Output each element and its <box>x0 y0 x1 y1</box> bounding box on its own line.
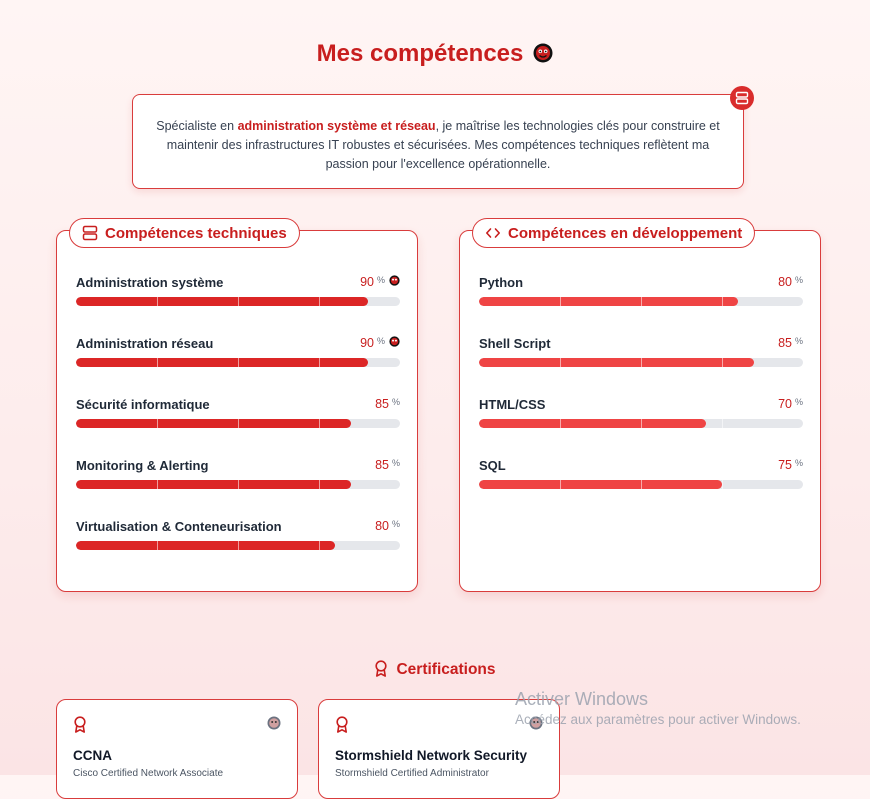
page-title: Mes compétences <box>0 40 870 68</box>
skill-value: 80% <box>375 519 400 533</box>
skill-value-number: 85 <box>778 336 792 350</box>
skill-value: 75% <box>778 458 803 472</box>
skill-value: 90% <box>360 275 400 289</box>
skill-value-number: 80 <box>375 519 389 533</box>
award-icon <box>375 660 388 677</box>
certification-name: Stormshield Network Security <box>335 748 528 763</box>
intro-card: Spécialiste en administration système et… <box>132 86 754 189</box>
skill-progress-fill <box>479 297 739 306</box>
skill-progress-track <box>479 419 803 428</box>
skill-value: 85% <box>375 397 400 411</box>
watermark-line2: Accédez aux paramètres pour activer Wind… <box>515 712 801 727</box>
technical-skills-title: Compétences techniques <box>105 224 287 242</box>
skill-value: 90% <box>360 336 400 350</box>
skill-value-number: 70 <box>778 397 792 411</box>
skill-name: SQL <box>479 458 506 473</box>
skill-progress-fill <box>76 480 352 489</box>
skill-progress-track <box>479 358 803 367</box>
smiley-icon <box>533 43 553 63</box>
skill-value-unit: % <box>794 397 803 407</box>
smiley-icon <box>267 716 281 730</box>
skill-value-number: 85 <box>375 397 389 411</box>
skill-value-unit: % <box>376 336 385 346</box>
skill-progress-fill <box>479 419 723 428</box>
skill-name: Administration système <box>76 275 224 290</box>
skill-value-number: 85 <box>375 458 389 472</box>
skill-name: Virtualisation & Conteneurisation <box>76 519 282 534</box>
certifications-title-text: Certifications <box>396 661 496 678</box>
watermark-line1: Activer Windows <box>515 689 649 709</box>
skill-name: Monitoring & Alerting <box>76 458 209 473</box>
intro-badge <box>730 86 754 110</box>
skill-progress-track <box>76 419 400 428</box>
certification-issuer: Stormshield Certified Administrator <box>335 768 489 779</box>
skill-value: 85% <box>778 336 803 350</box>
certification-card[interactable]: CCNA Cisco Certified Network Associate <box>56 699 298 799</box>
skill-name: Administration réseau <box>76 336 214 351</box>
certification-issuer: Cisco Certified Network Associate <box>73 768 224 779</box>
skill-progress-track <box>76 358 400 367</box>
skill-value-unit: % <box>794 336 803 346</box>
skill-value-unit: % <box>794 458 803 468</box>
server-icon <box>82 225 98 241</box>
windows-activation-watermark: Activer Windows Accédez aux paramètres p… <box>515 689 801 727</box>
skill-progress-track <box>479 297 803 306</box>
certification-name: CCNA <box>73 748 112 763</box>
skill-progress-track <box>76 297 400 306</box>
code-icon <box>486 228 500 238</box>
development-skills-title: Compétences en développement <box>508 224 743 242</box>
skill-progress-track <box>76 480 400 489</box>
skill-value-unit: % <box>391 519 400 529</box>
smiley-icon <box>389 275 400 286</box>
skill-name: Shell Script <box>479 336 551 351</box>
technical-skills-card: Compétences techniques Administration sy… <box>56 218 418 592</box>
development-skills-tab: Compétences en développement <box>472 218 756 248</box>
skill-value: 70% <box>778 397 803 411</box>
development-skills-card: Compétences en développement Python 80% Sh… <box>459 218 821 592</box>
skill-value-unit: % <box>391 397 400 407</box>
server-icon <box>735 91 749 105</box>
technical-skills-tab: Compétences techniques <box>69 218 300 248</box>
skill-progress-fill <box>479 480 723 489</box>
skill-progress-fill <box>479 358 755 367</box>
skill-value-number: 80 <box>778 275 792 289</box>
skill-progress-fill <box>76 358 368 367</box>
skill-progress-fill <box>76 297 368 306</box>
smiley-icon <box>389 336 400 347</box>
skill-name: HTML/CSS <box>479 397 546 412</box>
skill-value-number: 90 <box>360 275 374 289</box>
skill-progress-track <box>479 480 803 489</box>
skill-progress-fill <box>76 419 352 428</box>
skill-value: 85% <box>375 458 400 472</box>
skill-name: Sécurité informatique <box>76 397 210 412</box>
intro-highlight: administration système et réseau <box>237 119 436 133</box>
skill-value-unit: % <box>794 275 803 285</box>
skill-name: Python <box>479 275 524 290</box>
skill-value: 80% <box>778 275 803 289</box>
skill-progress-track <box>76 541 400 550</box>
award-icon <box>74 716 86 733</box>
skill-value-number: 75 <box>778 458 792 472</box>
skill-value-unit: % <box>376 275 385 285</box>
page-title-text: Mes compétences <box>316 40 524 67</box>
skill-value-unit: % <box>391 458 400 468</box>
award-icon <box>336 716 348 733</box>
intro-text-before: Spécialiste en <box>156 119 238 133</box>
certifications-title: Certifications <box>0 660 870 682</box>
skill-value-number: 90 <box>360 336 374 350</box>
skill-progress-fill <box>76 541 336 550</box>
